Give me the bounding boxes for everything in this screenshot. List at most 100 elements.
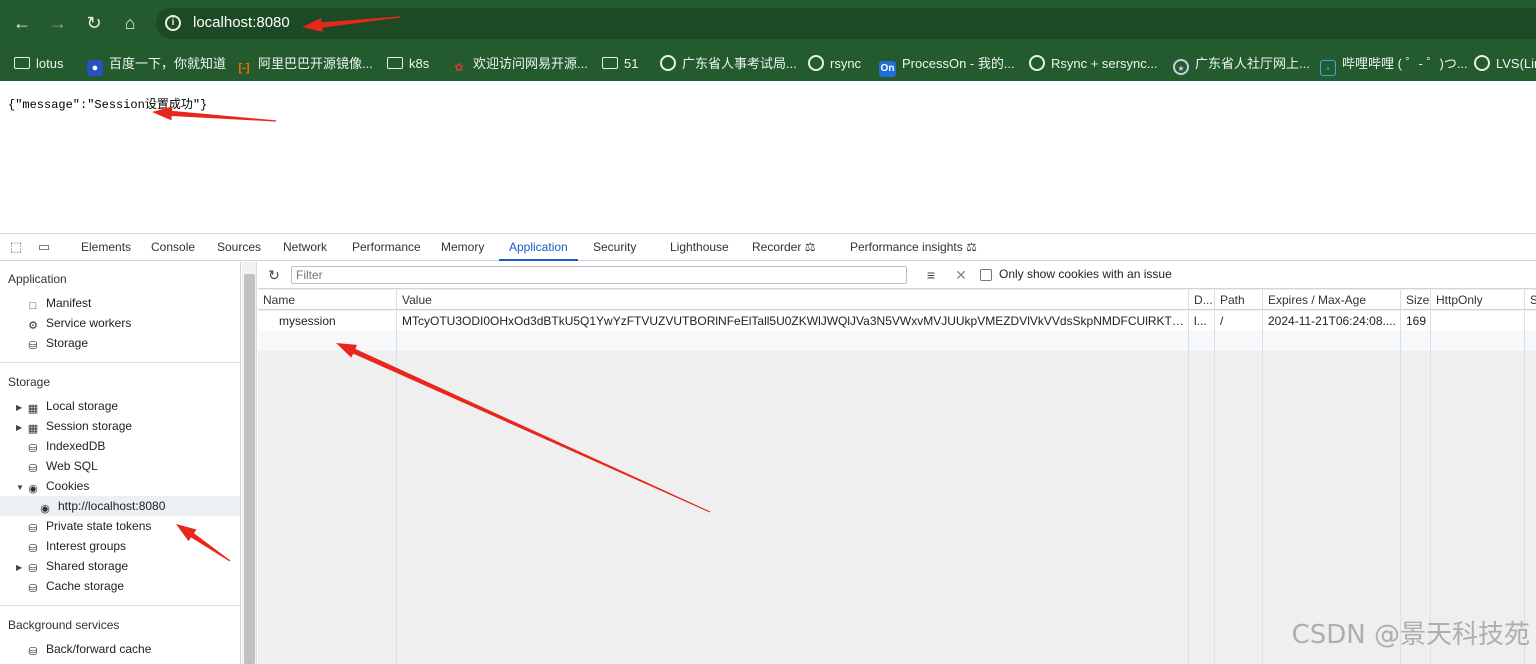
expand-arrow-icon[interactable]: ▶ bbox=[16, 398, 26, 418]
delete-selected-icon[interactable]: ✕ bbox=[952, 266, 970, 284]
back-arrow-icon[interactable]: ← bbox=[10, 11, 34, 35]
tab-network[interactable]: Network bbox=[283, 234, 327, 261]
baidu-icon: ● bbox=[87, 60, 103, 76]
flask-icon: ⚖ bbox=[966, 240, 977, 254]
folder-icon bbox=[387, 57, 403, 69]
document-icon: □ bbox=[26, 300, 40, 313]
tab-lighthouse[interactable]: Lighthouse bbox=[670, 234, 729, 261]
address-url[interactable]: localhost:8080 bbox=[193, 14, 290, 31]
gov-icon: ★ bbox=[1173, 59, 1189, 75]
sidebar-item-private-state-tokens[interactable]: ⛁Private state tokens bbox=[26, 516, 151, 536]
sidebar-divider bbox=[0, 605, 241, 606]
tab-performance[interactable]: Performance bbox=[352, 234, 421, 261]
bookmark-k8s[interactable]: k8s bbox=[387, 47, 429, 81]
empty-table-row bbox=[258, 331, 1536, 351]
database-icon: ⛁ bbox=[26, 463, 40, 476]
sidebar-divider bbox=[0, 362, 241, 363]
only-issues-checkbox[interactable] bbox=[980, 269, 992, 281]
cookie-size-cell[interactable]: 169 bbox=[1401, 311, 1430, 331]
sidebar-item-service-workers[interactable]: ⚙Service workers bbox=[26, 313, 131, 333]
refresh-icon[interactable]: ↻ bbox=[265, 266, 283, 284]
processon-icon: On bbox=[879, 61, 896, 77]
sidebar-item-web-sql[interactable]: ⛁Web SQL bbox=[26, 456, 98, 476]
cookie-name-cell[interactable]: mysession bbox=[258, 311, 396, 331]
column-divider bbox=[1430, 290, 1431, 664]
sidebar-item-manifest[interactable]: □Manifest bbox=[26, 293, 91, 313]
column-divider bbox=[1524, 290, 1525, 664]
bookmark-processon[interactable]: OnProcessOn - 我的... bbox=[879, 47, 1015, 81]
cookie-path-cell[interactable]: / bbox=[1215, 311, 1262, 331]
bookmark-netease[interactable]: ✿欢迎访问网易开源... bbox=[451, 47, 588, 81]
column-header-path[interactable]: Path bbox=[1215, 290, 1262, 310]
bookmark-gd-exam[interactable]: 广东省人事考试局... bbox=[660, 47, 797, 81]
forward-arrow-icon[interactable]: → bbox=[46, 11, 70, 35]
tab-security[interactable]: Security bbox=[593, 234, 636, 261]
column-header-httponly[interactable]: HttpOnly bbox=[1431, 290, 1524, 310]
bookmarks-bar: lotus ●百度一下，你就知道 [-]阿里巴巴开源镜像... k8s ✿欢迎访… bbox=[0, 47, 1536, 81]
sidebar-item-cache-storage[interactable]: ⛁Cache storage bbox=[26, 576, 124, 596]
only-issues-label: Only show cookies with an issue bbox=[999, 267, 1172, 281]
devtools-panel: ⬚ ▭ Elements Console Sources Network Per… bbox=[0, 233, 1536, 663]
bookmark-baidu[interactable]: ●百度一下，你就知道 bbox=[87, 47, 226, 81]
sidebar-item-back-forward-cache[interactable]: ⛁Back/forward cache bbox=[26, 639, 151, 659]
column-header-size[interactable]: Size bbox=[1401, 290, 1430, 310]
sidebar-item-storage[interactable]: ⛁Storage bbox=[26, 333, 88, 353]
filter-input[interactable] bbox=[291, 266, 907, 284]
bookmark-lvs[interactable]: LVS(Lin bbox=[1474, 47, 1536, 81]
bookmark-51[interactable]: 51 bbox=[602, 47, 638, 81]
bookmark-gd-hrss[interactable]: ★广东省人社厅网上... bbox=[1173, 47, 1310, 81]
cookie-httponly-cell[interactable] bbox=[1431, 311, 1524, 331]
sidebar-item-cookies[interactable]: ▼◉Cookies bbox=[16, 476, 89, 496]
tab-memory[interactable]: Memory bbox=[441, 234, 484, 261]
device-toolbar-icon[interactable]: ▭ bbox=[36, 239, 52, 255]
expand-arrow-icon[interactable]: ▶ bbox=[16, 418, 26, 438]
cookie-domain-cell[interactable]: l... bbox=[1189, 311, 1214, 331]
cookie-secure-cell[interactable] bbox=[1525, 311, 1536, 331]
inspect-element-icon[interactable]: ⬚ bbox=[8, 239, 24, 255]
column-header-domain[interactable]: D... bbox=[1189, 290, 1214, 310]
bookmark-rsync[interactable]: rsync bbox=[808, 47, 861, 81]
column-header-secure[interactable]: S bbox=[1525, 290, 1536, 310]
collapse-arrow-icon[interactable]: ▼ bbox=[16, 478, 26, 498]
tab-elements[interactable]: Elements bbox=[81, 234, 131, 261]
tab-sources[interactable]: Sources bbox=[217, 234, 261, 261]
tab-recorder[interactable]: Recorder ⚖ bbox=[752, 234, 815, 261]
table-icon: ▦ bbox=[26, 403, 40, 416]
json-response-text: {"message":"Session设置成功"} bbox=[8, 95, 207, 112]
application-sidebar: Application □Manifest ⚙Service workers ⛁… bbox=[0, 262, 241, 664]
bookmark-rsync-sersync[interactable]: Rsync + sersync... bbox=[1029, 47, 1158, 81]
sidebar-item-indexeddb[interactable]: ⛁IndexedDB bbox=[26, 436, 105, 456]
site-info-icon[interactable]: i bbox=[165, 15, 181, 31]
sidebar-item-shared-storage[interactable]: ▶⛁Shared storage bbox=[16, 556, 128, 576]
cookie-expires-cell[interactable]: 2024-11-21T06:24:08.... bbox=[1263, 311, 1400, 331]
netease-icon: ✿ bbox=[451, 60, 467, 76]
sidebar-scrollbar[interactable] bbox=[242, 262, 257, 664]
globe-icon bbox=[808, 55, 824, 71]
devtools-tab-bar: ⬚ ▭ Elements Console Sources Network Per… bbox=[0, 234, 1536, 261]
tab-console[interactable]: Console bbox=[151, 234, 195, 261]
bookmark-aliyun[interactable]: [-]阿里巴巴开源镜像... bbox=[236, 47, 373, 81]
flask-icon: ⚖ bbox=[805, 240, 816, 254]
address-bar[interactable]: i localhost:8080 bbox=[156, 8, 1536, 39]
reload-icon[interactable]: ↻ bbox=[82, 11, 106, 35]
database-icon: ⛁ bbox=[26, 583, 40, 596]
bookmark-bilibili[interactable]: ▪哔哩哔哩 ( ゜- ゜)つ... bbox=[1320, 47, 1468, 81]
bookmark-lotus[interactable]: lotus bbox=[14, 47, 63, 81]
bilibili-icon: ▪ bbox=[1320, 60, 1336, 76]
tab-performance-insights[interactable]: Performance insights ⚖ bbox=[850, 234, 977, 261]
expand-arrow-icon[interactable]: ▶ bbox=[16, 558, 26, 578]
scrollbar-thumb[interactable] bbox=[244, 274, 255, 664]
column-header-name[interactable]: Name bbox=[258, 290, 396, 310]
tab-application[interactable]: Application bbox=[499, 234, 578, 261]
sidebar-item-interest-groups[interactable]: ⛁Interest groups bbox=[26, 536, 126, 556]
cookie-value-cell[interactable]: MTcyOTU3ODI0OHxOd3dBTkU5Q1YwYzFTVUZVUTBO… bbox=[397, 311, 1188, 331]
column-header-expires[interactable]: Expires / Max-Age bbox=[1263, 290, 1400, 310]
folder-icon bbox=[14, 57, 30, 69]
home-icon[interactable]: ⌂ bbox=[118, 11, 142, 35]
sidebar-item-local-storage[interactable]: ▶▦Local storage bbox=[16, 396, 118, 416]
gear-icon: ⚙ bbox=[26, 320, 40, 333]
clear-all-icon[interactable]: ≡ bbox=[922, 266, 940, 284]
sidebar-item-cookie-origin[interactable]: ◉http://localhost:8080 bbox=[38, 496, 165, 516]
sidebar-item-session-storage[interactable]: ▶▦Session storage bbox=[16, 416, 132, 436]
column-header-value[interactable]: Value bbox=[397, 290, 1188, 310]
